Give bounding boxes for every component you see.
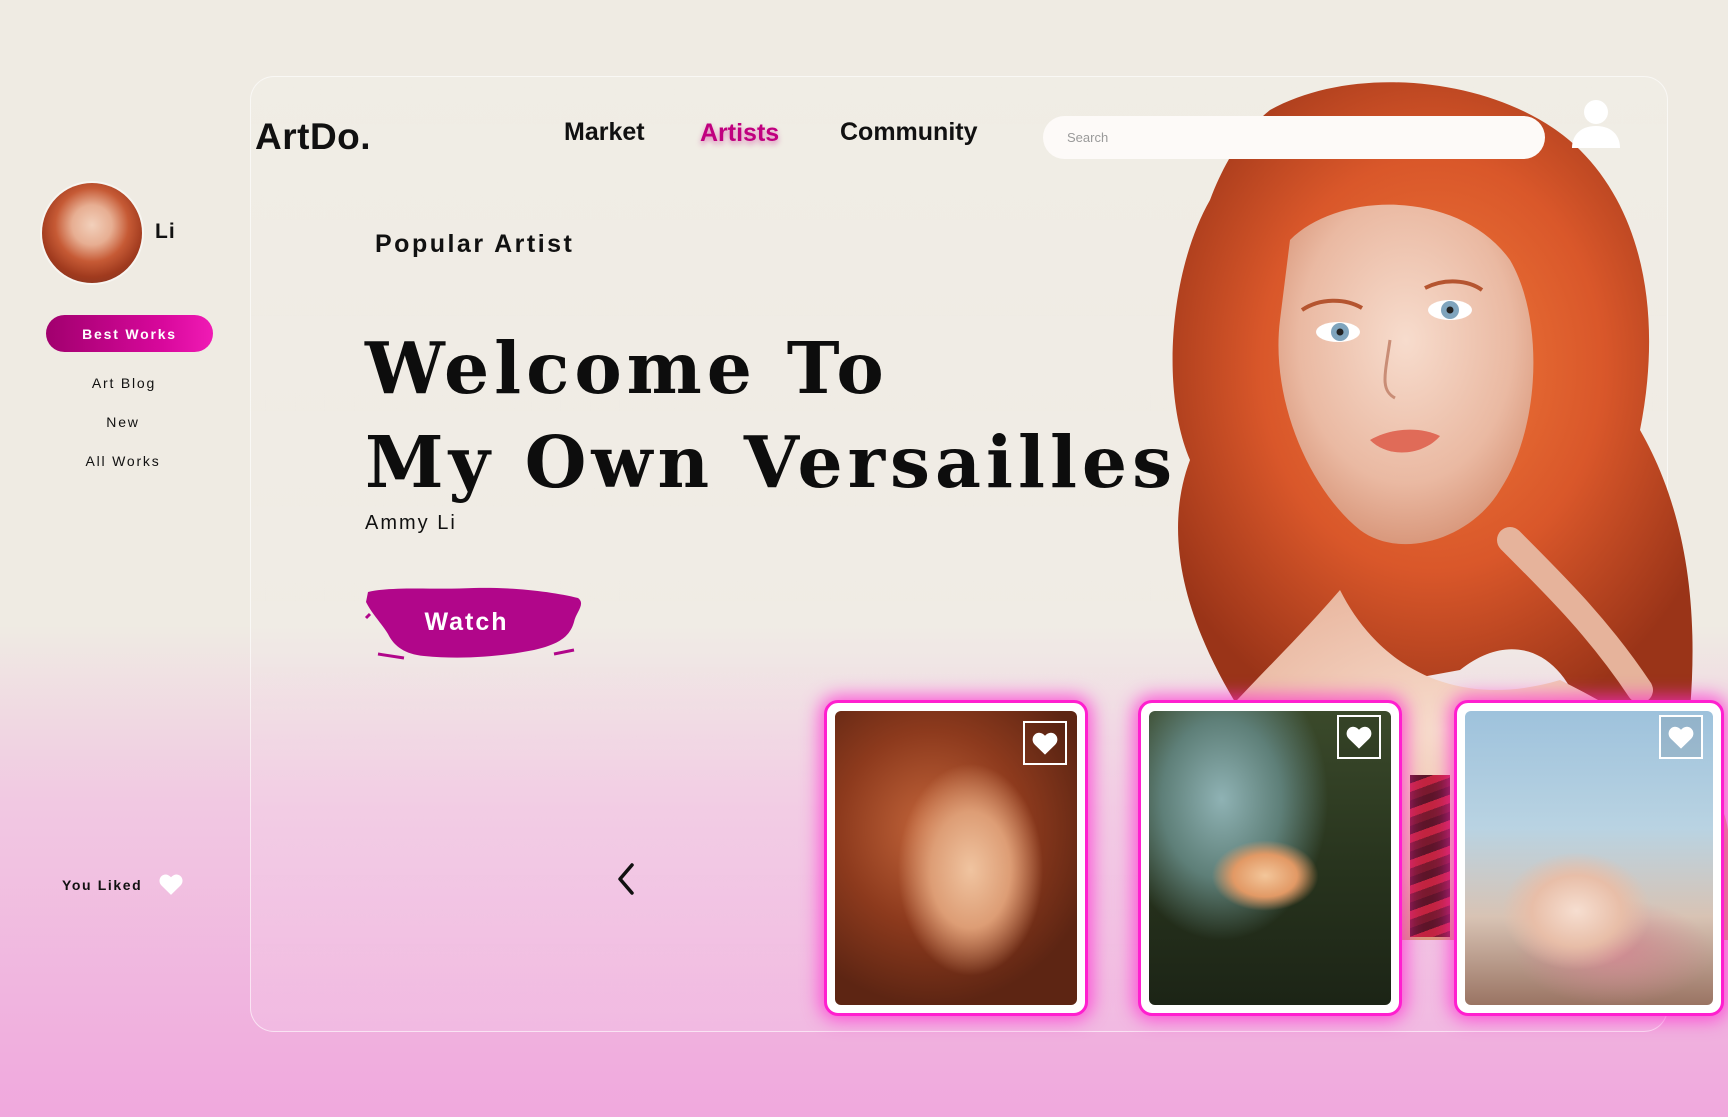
search-input[interactable] [1043,116,1545,159]
you-liked-label[interactable]: You Liked [62,877,142,893]
hero-title-line1: Welcome To [365,326,889,410]
artwork-strip-image [1410,775,1450,937]
sidebar-item-all-works[interactable]: All Works [43,453,203,469]
sidebar-item-new[interactable]: New [43,414,203,430]
like-button[interactable] [1337,715,1381,759]
avatar[interactable] [42,183,142,283]
heart-icon [1668,726,1694,749]
user-name: Li [155,220,176,243]
like-button[interactable] [1659,715,1703,759]
chevron-left-icon[interactable] [612,860,642,898]
sidebar-item-art-blog[interactable]: Art Blog [44,375,204,391]
hero-title-line2: My Own Versailles [365,420,1178,504]
nav-market[interactable]: Market [564,118,645,147]
artwork-card[interactable] [824,700,1088,1016]
nav-community[interactable]: Community [840,118,978,147]
sidebar-item-label: Best Works [82,325,177,342]
heart-icon[interactable] [158,872,184,896]
sidebar-item-best-works[interactable]: Best Works [46,315,213,352]
watch-button[interactable]: Watch [364,584,569,660]
nav-artists[interactable]: Artists [700,119,779,148]
heart-icon [1032,732,1058,755]
heart-icon [1346,726,1372,749]
artist-name: Ammy Li [365,512,457,534]
artwork-card[interactable] [1138,700,1402,1016]
section-kicker: Popular Artist [375,230,575,258]
like-button[interactable] [1023,721,1067,765]
user-icon[interactable] [1570,98,1622,150]
logo[interactable]: ArtDo. [255,116,371,158]
artwork-card[interactable] [1454,700,1724,1016]
